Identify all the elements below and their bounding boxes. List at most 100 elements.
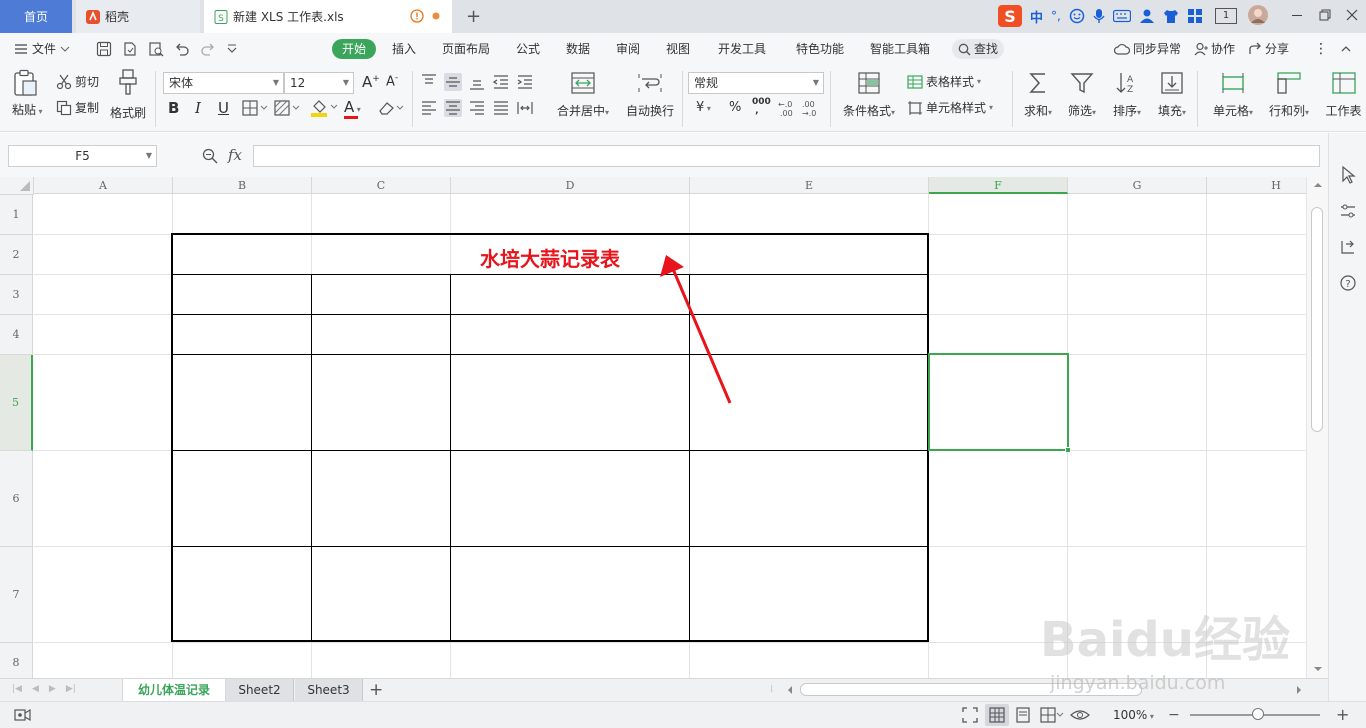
column-header-e[interactable]: E xyxy=(690,177,929,194)
align-right-icon[interactable] xyxy=(468,99,486,117)
zoom-level[interactable]: 100% ▾ xyxy=(1113,708,1154,722)
align-middle-icon[interactable] xyxy=(444,73,462,91)
redo-icon[interactable] xyxy=(200,41,216,57)
tab-review[interactable]: 审阅 xyxy=(616,33,640,65)
user-icon[interactable] xyxy=(1139,8,1155,24)
backup-icon[interactable] xyxy=(1340,239,1356,255)
row-header-6[interactable]: 6 xyxy=(0,451,33,547)
keyboard-icon[interactable] xyxy=(1112,9,1131,23)
tab-view[interactable]: 视图 xyxy=(666,33,690,65)
sheet-tab-sheet2[interactable]: Sheet2 xyxy=(226,679,294,701)
zoom-formula-icon[interactable] xyxy=(202,148,218,164)
collapse-ribbon-icon[interactable] xyxy=(1340,33,1352,65)
copy-button[interactable]: 复制 xyxy=(56,99,99,116)
microphone-icon[interactable] xyxy=(1093,8,1105,24)
minimize-button[interactable] xyxy=(1290,8,1304,22)
punctuation-icon[interactable]: °, xyxy=(1051,9,1061,23)
zoom-out-button[interactable]: − xyxy=(1168,707,1180,723)
share-button[interactable]: 分享 xyxy=(1248,33,1289,65)
cell-style-button[interactable]: 单元格样式 ▾ xyxy=(907,99,993,116)
thousands-separator-button[interactable]: 000 , xyxy=(752,98,771,116)
cut-button[interactable]: 剪切 xyxy=(56,73,99,90)
tab-smart-toolbox[interactable]: 智能工具箱 xyxy=(870,33,930,65)
more-options-icon[interactable]: ⋮ xyxy=(1314,33,1328,65)
currency-button[interactable]: ¥ ▾ xyxy=(696,100,711,115)
column-header-b[interactable]: B xyxy=(173,177,312,194)
page-break-view-icon[interactable] xyxy=(1040,707,1064,723)
number-format-select[interactable]: 常规 ▼ xyxy=(688,72,824,94)
column-header-a[interactable]: A xyxy=(34,177,173,194)
align-top-icon[interactable] xyxy=(420,73,438,91)
conditional-format-button[interactable]: 条件格式▾ xyxy=(840,71,898,119)
scroll-left-icon[interactable] xyxy=(786,685,794,695)
print-preview-icon[interactable] xyxy=(148,41,164,57)
tab-developer[interactable]: 开发工具 xyxy=(718,33,766,65)
last-sheet-icon[interactable]: ▶| xyxy=(66,684,76,694)
row-header-7[interactable]: 7 xyxy=(0,547,33,643)
column-header-d[interactable]: D xyxy=(451,177,690,194)
sort-button[interactable]: AZ 排序▾ xyxy=(1110,71,1144,119)
row-header-8[interactable]: 8 xyxy=(0,643,33,678)
row-header-3[interactable]: 3 xyxy=(0,275,33,315)
tab-insert[interactable]: 插入 xyxy=(392,33,416,65)
font-color-button[interactable]: A ▾ xyxy=(344,98,361,119)
row-header-1[interactable]: 1 xyxy=(0,195,33,235)
scroll-down-icon[interactable] xyxy=(1313,665,1323,673)
skin-shirt-icon[interactable] xyxy=(1163,8,1179,24)
distributed-align-icon[interactable] xyxy=(516,99,534,117)
format-painter-button[interactable]: 格式刷 xyxy=(110,69,146,121)
tab-document[interactable]: S 新建 XLS 工作表.xls xyxy=(204,0,452,33)
ime-chinese-mode[interactable]: 中 xyxy=(1030,7,1043,26)
row-header-4[interactable]: 4 xyxy=(0,315,33,355)
select-cursor-icon[interactable] xyxy=(1340,166,1356,184)
wrap-text-button[interactable]: 自动换行 xyxy=(624,71,676,119)
increase-indent-icon[interactable] xyxy=(516,73,534,91)
row-header-2[interactable]: 2 xyxy=(0,235,33,275)
toolbox-grid-icon[interactable] xyxy=(1187,8,1203,24)
percent-button[interactable]: % xyxy=(729,100,741,115)
merge-center-button[interactable]: 合并居中▾ xyxy=(555,71,611,119)
table-style-button[interactable]: 表格样式 ▾ xyxy=(907,73,981,90)
save-icon[interactable] xyxy=(96,41,112,57)
decrease-font-button[interactable]: A- xyxy=(386,73,398,89)
filter-button[interactable]: 筛选▾ xyxy=(1065,71,1099,119)
customize-quick-access-icon[interactable] xyxy=(226,41,238,57)
properties-sliders-icon[interactable] xyxy=(1340,203,1356,219)
font-size-select[interactable]: 12 ▼ xyxy=(284,72,354,94)
splitter-handle[interactable]: ⁞ xyxy=(770,684,773,695)
clear-button[interactable] xyxy=(378,100,404,116)
bold-button[interactable]: B xyxy=(168,99,179,117)
cell-button[interactable]: 单元格▾ xyxy=(1209,71,1257,119)
add-sheet-button[interactable]: + xyxy=(369,680,383,700)
sync-status-button[interactable]: 同步异常 xyxy=(1114,33,1181,65)
macro-record-icon[interactable] xyxy=(14,707,32,723)
emoji-icon[interactable] xyxy=(1069,8,1085,24)
worksheet-button[interactable]: 工作表 xyxy=(1321,71,1366,119)
file-menu[interactable]: 文件 xyxy=(14,33,70,65)
paste-button[interactable]: 粘贴 ▾ xyxy=(12,69,43,118)
name-box[interactable]: F5 ▼ xyxy=(8,145,157,167)
avatar[interactable] xyxy=(1248,5,1268,25)
prev-sheet-icon[interactable]: ◀ xyxy=(32,684,39,694)
insert-function-button[interactable]: fx xyxy=(228,146,242,164)
tab-page-layout[interactable]: 页面布局 xyxy=(442,33,490,65)
tab-daoke[interactable]: 稻壳 xyxy=(76,0,200,33)
page-layout-view-icon[interactable] xyxy=(1015,707,1031,723)
tab-data[interactable]: 数据 xyxy=(566,33,590,65)
sum-button[interactable]: 求和▾ xyxy=(1021,71,1055,119)
sogou-logo-icon[interactable]: S xyxy=(998,5,1022,27)
undo-icon[interactable] xyxy=(174,41,190,57)
column-header-g[interactable]: G xyxy=(1068,177,1207,194)
align-bottom-icon[interactable] xyxy=(468,73,486,91)
eye-protection-icon[interactable] xyxy=(1070,707,1090,723)
decrease-indent-icon[interactable] xyxy=(492,73,510,91)
merged-title-cell[interactable]: 水培大蒜记录表 xyxy=(172,239,928,279)
increase-font-button[interactable]: A+ xyxy=(362,73,380,91)
selected-cell-f5[interactable] xyxy=(928,353,1069,451)
normal-view-button[interactable] xyxy=(985,704,1009,726)
underline-button[interactable]: U xyxy=(218,99,229,117)
fill-color-button[interactable] xyxy=(310,99,338,117)
column-header-f[interactable]: F xyxy=(929,177,1068,194)
font-name-select[interactable]: 宋体 ▼ xyxy=(163,72,284,94)
fill-handle[interactable] xyxy=(1065,447,1071,453)
